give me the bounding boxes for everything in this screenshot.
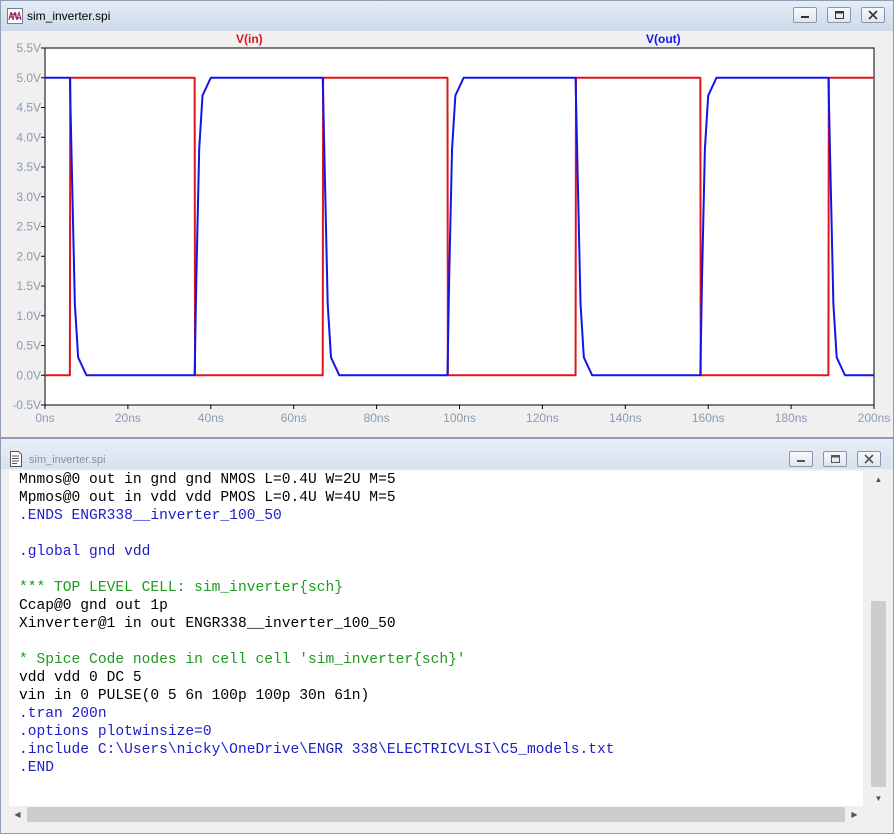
waveform-app-icon [7,8,23,24]
x-tick-label: 0ns [35,411,54,425]
horizontal-scrollbar[interactable]: ◀ ▶ [9,806,863,823]
netlist-maximize-button[interactable] [823,451,847,467]
netlist-text-area[interactable]: Mnmos@0 out in gnd gnd NMOS L=0.4U W=2U … [9,471,863,807]
waveform-window-title: sim_inverter.spi [27,9,111,23]
y-tick-label: 4.0V [16,130,41,144]
netlist-line: Mnmos@0 out in gnd gnd NMOS L=0.4U W=2U … [19,472,396,488]
y-tick-label: 1.0V [16,309,41,323]
close-icon [868,10,878,20]
restore-icon [831,455,840,463]
netlist-file-icon [10,451,22,467]
close-button[interactable] [861,7,885,23]
x-tick-label: 120ns [526,411,559,425]
scroll-left-arrow[interactable]: ◀ [9,806,26,823]
horizontal-scroll-thumb[interactable] [27,807,845,822]
y-tick-label: 1.5V [16,279,41,293]
legend-vout[interactable]: V(out) [646,32,681,46]
y-tick-label: 3.5V [16,160,41,174]
y-tick-label: 5.5V [16,41,41,55]
x-tick-label: 80ns [364,411,390,425]
netlist-line: .ENDS ENGR338__inverter_100_50 [19,508,282,524]
maximize-button[interactable] [827,7,851,23]
y-tick-label: 2.5V [16,220,41,234]
netlist-line: .END [19,760,55,776]
x-tick-label: 40ns [198,411,224,425]
y-tick-label: 0.5V [16,339,41,353]
scroll-up-arrow[interactable]: ▲ [870,471,887,488]
netlist-window: sim_inverter.spi Mnmos@0 out in gnd gnd … [0,438,894,834]
minimize-icon [801,16,809,18]
netlist-window-title: sim_inverter.spi [29,454,106,466]
netlist-line: vdd vdd 0 DC 5 [19,670,142,686]
y-axis: -0.5V 0.0V 0.5V 1.0V 1.5V 2.0V 2.5V 3.0V 3.5V 4.0… [12,41,45,412]
netlist-titlebar[interactable]: sim_inverter.spi [1,439,893,469]
vertical-scroll-thumb[interactable] [871,601,886,787]
minimize-button[interactable] [793,7,817,23]
scroll-down-arrow[interactable]: ▼ [870,790,887,807]
netlist-line: vin in 0 PULSE(0 5 6n 100p 100p 30n 61n) [19,688,370,704]
y-tick-label: 4.5V [16,101,41,115]
netlist-close-button[interactable] [857,451,881,467]
waveform-window: sim_inverter.spi -0.5V 0.0V 0.5V 1.0V 1.5V 2.… [0,0,894,438]
netlist-line: *** TOP LEVEL CELL: sim_inverter{sch} [19,580,344,596]
netlist-line: .global gnd vdd [19,544,151,560]
plot-background [44,47,875,406]
vertical-scrollbar[interactable]: ▲ ▼ [870,471,887,807]
netlist-line: Xinverter@1 in out ENGR338__inverter_100… [19,616,396,632]
y-tick-label: 0.0V [16,368,41,382]
y-tick-label: 2.0V [16,249,41,263]
y-tick-label: 5.0V [16,71,41,85]
netlist-line: Mpmos@0 out in vdd vdd PMOS L=0.4U W=4U … [19,490,396,506]
restore-icon [835,11,844,19]
netlist-line: * Spice Code nodes in cell cell 'sim_inv… [19,652,466,668]
netlist-line: .tran 200n [19,706,107,722]
x-axis: 0ns 20ns 40ns 60ns 80ns 100ns 120ns 140ns 160ns 1… [35,405,890,425]
x-tick-label: 140ns [609,411,642,425]
close-icon [864,454,874,464]
legend-vin[interactable]: V(in) [236,32,263,46]
waveform-plot[interactable]: -0.5V 0.0V 0.5V 1.0V 1.5V 2.0V 2.5V 3.0V 3.5V 4.0… [0,30,894,438]
x-tick-label: 60ns [281,411,307,425]
x-tick-label: 200ns [858,411,891,425]
waveform-titlebar[interactable]: sim_inverter.spi [1,1,893,31]
x-tick-label: 20ns [115,411,141,425]
y-tick-label: -0.5V [12,398,41,412]
netlist-line: Ccap@0 gnd out 1p [19,598,168,614]
x-tick-label: 160ns [692,411,725,425]
scroll-right-arrow[interactable]: ▶ [846,806,863,823]
netlist-line: .include C:\Users\nicky\OneDrive\ENGR 33… [19,742,615,758]
x-tick-label: 100ns [443,411,476,425]
minimize-icon [797,460,805,462]
x-tick-label: 180ns [775,411,808,425]
y-tick-label: 3.0V [16,190,41,204]
netlist-minimize-button[interactable] [789,451,813,467]
netlist-line: .options plotwinsize=0 [19,724,212,740]
